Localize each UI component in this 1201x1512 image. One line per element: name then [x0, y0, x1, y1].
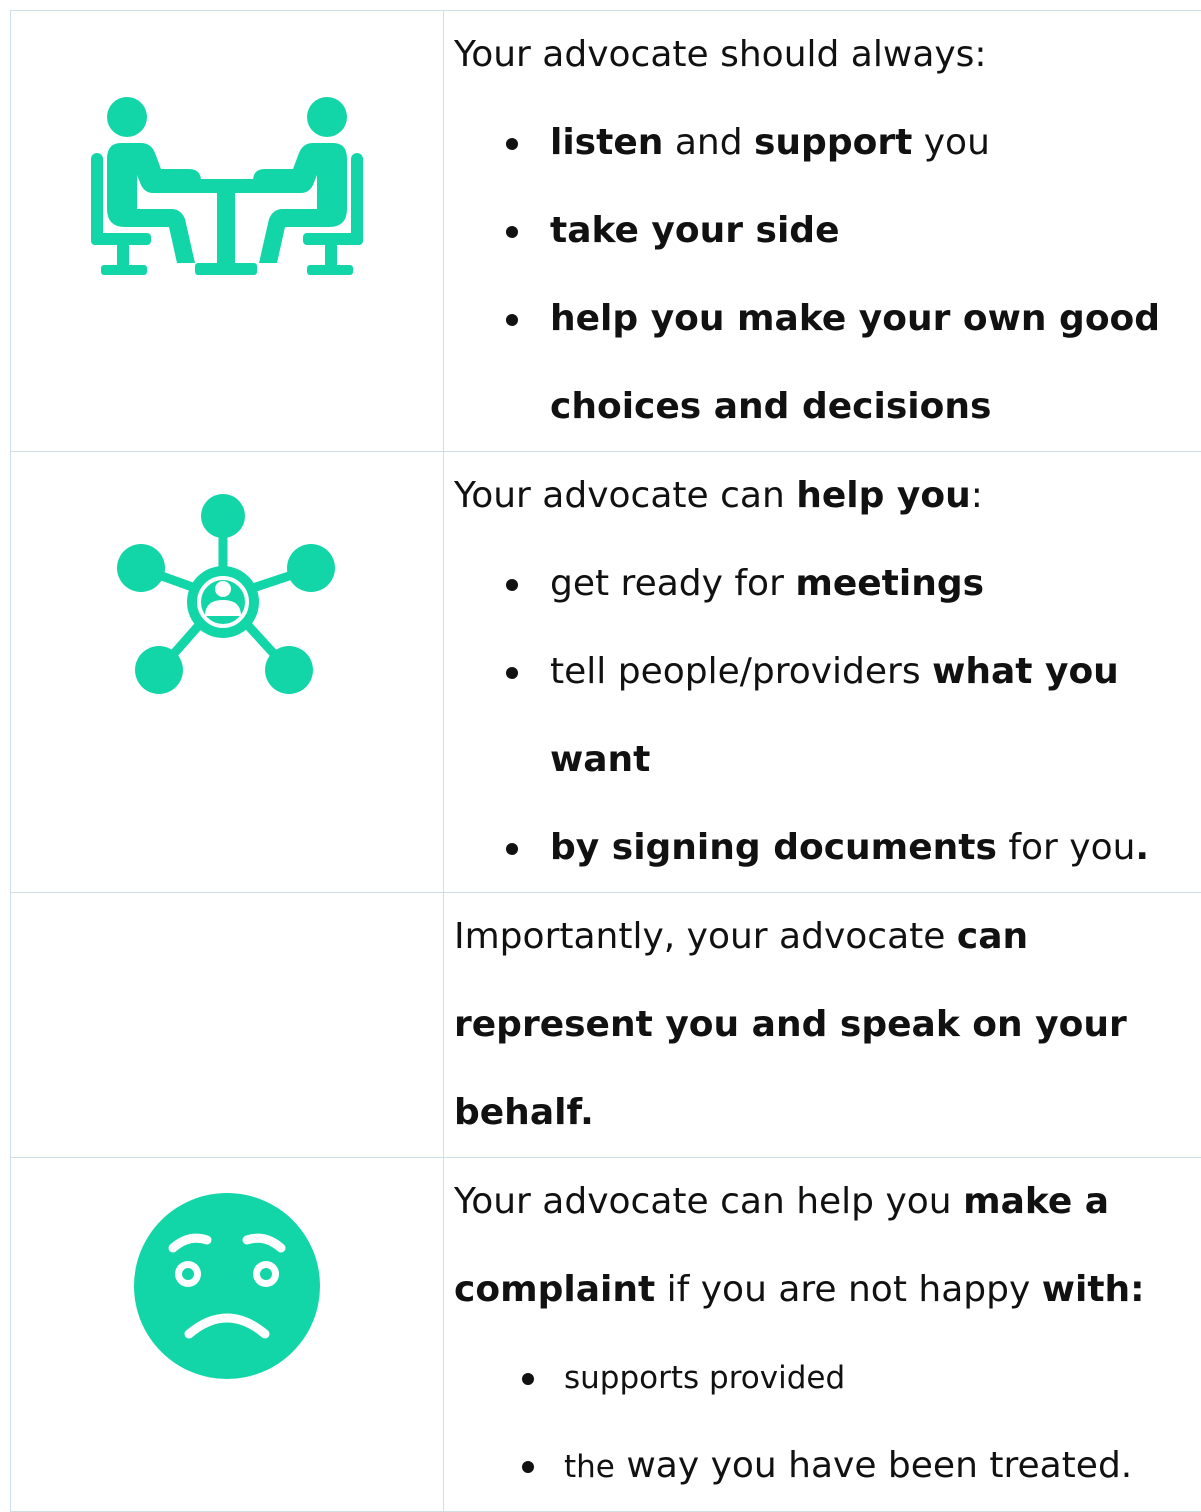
bullet-icon	[506, 843, 518, 855]
list-item: tell people/providers what you want	[444, 628, 1201, 804]
text-cell: Importantly, your advocate can represent…	[444, 893, 1201, 1158]
text-cell: Your advocate can help you make a compla…	[444, 1158, 1201, 1512]
icon-cell	[11, 1158, 444, 1512]
bullet-icon	[522, 1461, 534, 1473]
network-person-icon	[117, 494, 337, 694]
bullet-icon	[506, 138, 518, 150]
text-cell: Your advocate can help you: get ready fo…	[444, 452, 1201, 893]
bullet-icon	[506, 226, 518, 238]
bullet-icon	[506, 314, 518, 326]
row1-list: listen and support you take your side he…	[444, 99, 1201, 451]
row2-intro: Your advocate can help you:	[444, 452, 1201, 540]
list-item: supports provided	[444, 1334, 1201, 1422]
table-row: Importantly, your advocate can represent…	[11, 893, 1201, 1158]
table-row: Your advocate can help you: get ready fo…	[11, 452, 1201, 893]
row2-list: get ready for meetings tell people/provi…	[444, 540, 1201, 892]
meeting-table-icon	[91, 97, 363, 277]
row1-intro: Your advocate should always:	[444, 11, 1201, 99]
list-item: get ready for meetings	[444, 540, 1201, 628]
row3-intro: Importantly, your advocate can represent…	[444, 893, 1201, 1157]
bullet-icon	[506, 667, 518, 679]
icon-cell	[11, 11, 444, 452]
text-cell: Your advocate should always: listen and …	[444, 11, 1201, 452]
icon-cell	[11, 452, 444, 893]
list-item: listen and support you	[444, 99, 1201, 187]
list-item: the way you have been treated.	[444, 1422, 1201, 1511]
list-item: help you make your own good choices and …	[444, 275, 1201, 451]
row4-list: supports provided the way you have been …	[444, 1334, 1201, 1511]
table-row: Your advocate can help you make a compla…	[11, 1158, 1201, 1512]
list-item: take your side	[444, 187, 1201, 275]
bullet-icon	[522, 1373, 534, 1385]
row4-intro: Your advocate can help you make a compla…	[444, 1158, 1201, 1334]
list-item: by signing documents for you.	[444, 804, 1201, 892]
icon-cell	[11, 893, 444, 1158]
table-row: Your advocate should always: listen and …	[11, 11, 1201, 452]
bullet-icon	[506, 579, 518, 591]
worried-face-icon	[133, 1192, 321, 1380]
advocate-info-table: Your advocate should always: listen and …	[10, 10, 1201, 1512]
